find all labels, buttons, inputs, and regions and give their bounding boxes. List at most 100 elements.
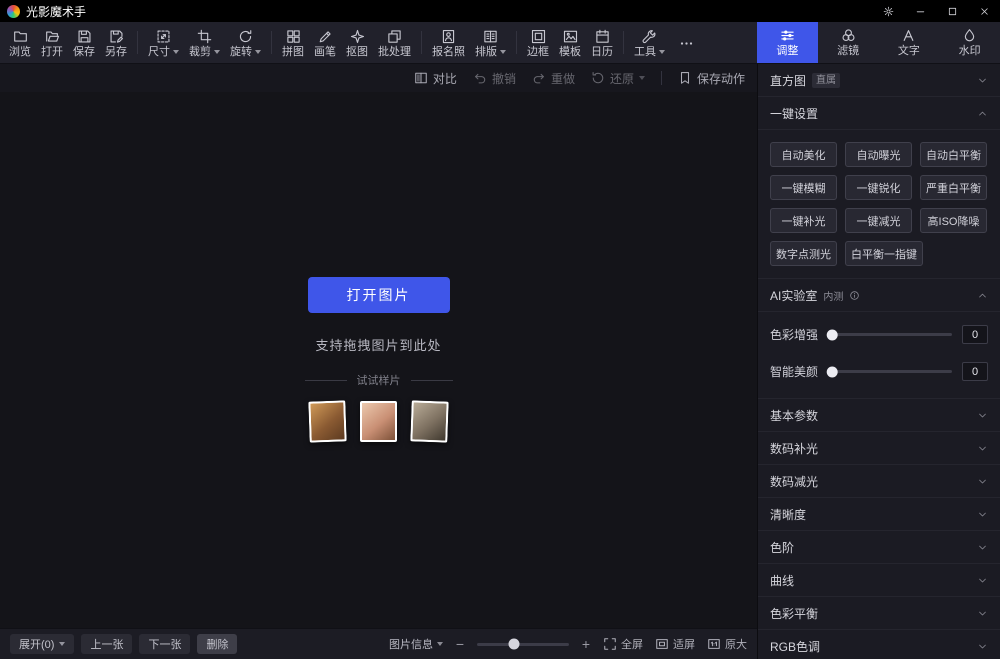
toolbar-item-collage[interactable]: 拼图 — [277, 22, 309, 63]
quick-button-one-key-dim-light[interactable]: 一键减光 — [845, 208, 912, 233]
section-curves[interactable]: 曲线 — [758, 564, 1000, 597]
quick-button-auto-exposure[interactable]: 自动曝光 — [845, 142, 912, 167]
toolbar-item-save[interactable]: 保存 — [68, 22, 100, 63]
smart-beauty-value[interactable]: 0 — [962, 362, 988, 381]
open-image-button[interactable]: 打开图片 — [308, 277, 450, 313]
toolbar-item-browse[interactable]: 浏览 — [4, 22, 36, 63]
toolbar-item-open[interactable]: 打开 — [36, 22, 68, 63]
tab-text[interactable]: 文字 — [879, 22, 940, 63]
tab-watermark[interactable]: 水印 — [939, 22, 1000, 63]
section-histogram[interactable]: 直方图 直属 — [758, 64, 1000, 97]
toolbar-item-border[interactable]: 边框 — [522, 22, 554, 63]
smart-beauty-slider[interactable] — [830, 370, 952, 373]
toolbar-separator — [271, 31, 272, 54]
quick-button-one-key-blur[interactable]: 一键模糊 — [770, 175, 837, 200]
brush-icon — [318, 29, 333, 44]
quick-button-high-iso-denoise[interactable]: 高ISO降噪 — [920, 208, 987, 233]
sample-photo-3[interactable] — [410, 400, 448, 442]
toolbar-item-text: 拼图 — [282, 47, 304, 58]
restore-icon — [591, 71, 605, 85]
maximize-button[interactable] — [936, 0, 968, 22]
toolbar-item-layout[interactable]: 排版 — [470, 22, 511, 63]
statusbar-next-button[interactable]: 下一张 — [139, 634, 190, 654]
section-ai-lab[interactable]: AI实验室 内测 — [758, 279, 1000, 312]
view-fit-screen-button[interactable]: 适屏 — [655, 636, 695, 652]
close-icon — [979, 6, 990, 17]
quick-button-one-key-fill-light[interactable]: 一键补光 — [770, 208, 837, 233]
color-enhance-slider[interactable] — [830, 333, 952, 336]
quick-button-one-key-sharpen[interactable]: 一键锐化 — [845, 175, 912, 200]
toolbar-item-more[interactable] — [670, 22, 702, 63]
section-basic-params[interactable]: 基本参数 — [758, 399, 1000, 432]
statusbar-expand-button[interactable]: 展开(0) — [10, 634, 74, 654]
app-title: 光影魔术手 — [26, 3, 86, 20]
slider-color-enhance: 色彩增强 0 — [758, 316, 1000, 353]
section-levels[interactable]: 色阶 — [758, 531, 1000, 564]
chevron-slot — [977, 542, 988, 553]
toolbar-item-text: 另存 — [105, 47, 127, 58]
view-original-size-button[interactable]: 原大 — [707, 636, 747, 652]
toolbar-item-label: 模板 — [559, 47, 581, 58]
statusbar-delete-button[interactable]: 删除 — [197, 634, 237, 654]
toolbar-item-label: 另存 — [105, 47, 127, 58]
section-color-balance[interactable]: 色彩平衡 — [758, 597, 1000, 630]
action-redo[interactable]: 重做 — [532, 70, 575, 87]
save-icon — [77, 29, 92, 44]
toolbar-item-brush[interactable]: 画笔 — [309, 22, 341, 63]
chevron-slot — [977, 476, 988, 487]
minimize-icon — [915, 6, 926, 17]
action-restore[interactable]: 还原 — [591, 70, 645, 87]
sample-photo-2[interactable] — [360, 401, 397, 442]
zoom-out-button[interactable]: − — [454, 637, 466, 651]
titlebar: 光影魔术手 — [0, 0, 1000, 22]
toolbar-item-label: 排版 — [475, 47, 506, 58]
zoom-slider[interactable] — [477, 643, 569, 646]
layout-icon — [483, 29, 498, 44]
toolbar-item-template[interactable]: 模板 — [554, 22, 586, 63]
toolbar-item-batch[interactable]: 批处理 — [373, 22, 416, 63]
toolbar-item-save-as[interactable]: 另存 — [100, 22, 132, 63]
quick-button-severe-white-balance[interactable]: 严重白平衡 — [920, 175, 987, 200]
toolbar-groups: 浏览打开保存另存 尺寸裁剪旋转拼图画笔抠图批处理报名照排版 边框模板日历工具 — [0, 22, 702, 63]
drop-hint: 支持拖拽图片到此处 — [315, 335, 441, 354]
zoom-in-button[interactable]: + — [580, 637, 592, 651]
toolbar-item-crop[interactable]: 裁剪 — [184, 22, 225, 63]
tab-adjust[interactable]: 调整 — [757, 22, 818, 63]
undo-icon — [473, 71, 487, 85]
section-clarity[interactable]: 清晰度 — [758, 498, 1000, 531]
quick-button-digital-spot-metering[interactable]: 数字点测光 — [770, 241, 837, 266]
toolbar-item-resize[interactable]: 尺寸 — [143, 22, 184, 63]
view-fullscreen-button[interactable]: 全屏 — [603, 636, 643, 652]
action-save-action[interactable]: 保存动作 — [678, 70, 745, 87]
minimize-button[interactable] — [904, 0, 936, 22]
section-rgb-tone[interactable]: RGB色调 — [758, 630, 1000, 659]
dropdown-caret-icon — [214, 50, 220, 54]
settings-button[interactable] — [872, 0, 904, 22]
section-digital-fill-light[interactable]: 数码补光 — [758, 432, 1000, 465]
section-quick-settings[interactable]: 一键设置 — [758, 97, 1000, 130]
action-undo[interactable]: 撤销 — [473, 70, 516, 87]
quick-button-auto-white-balance[interactable]: 自动白平衡 — [920, 142, 987, 167]
sample-photo-1[interactable] — [308, 400, 346, 442]
toolbar-item-cutout[interactable]: 抠图 — [341, 22, 373, 63]
window-controls — [872, 0, 1000, 22]
zoom-slider-thumb[interactable] — [508, 639, 519, 650]
slider-thumb[interactable] — [827, 366, 838, 377]
tab-filters[interactable]: 滤镜 — [818, 22, 879, 63]
toolbar-item-id-photo[interactable]: 报名照 — [427, 22, 470, 63]
canvas-area[interactable]: 打开图片 支持拖拽图片到此处 试试样片 — [0, 92, 757, 628]
toolbar-item-calendar[interactable]: 日历 — [586, 22, 618, 63]
quick-button-auto-beautify[interactable]: 自动美化 — [770, 142, 837, 167]
toolbar-item-text: 保存 — [73, 47, 95, 58]
toolbar-item-rotate[interactable]: 旋转 — [225, 22, 266, 63]
action-compare[interactable]: 对比 — [414, 70, 457, 87]
color-enhance-value[interactable]: 0 — [962, 325, 988, 344]
quick-button-white-balance-one-touch[interactable]: 白平衡一指键 — [845, 241, 923, 266]
toolbar-item-tools[interactable]: 工具 — [629, 22, 670, 63]
statusbar-prev-button[interactable]: 上一张 — [81, 634, 132, 654]
close-button[interactable] — [968, 0, 1000, 22]
action-label: 对比 — [433, 70, 457, 87]
slider-thumb[interactable] — [827, 329, 838, 340]
section-digital-dim-light[interactable]: 数码减光 — [758, 465, 1000, 498]
image-info-dropdown[interactable]: 图片信息 — [389, 636, 443, 652]
